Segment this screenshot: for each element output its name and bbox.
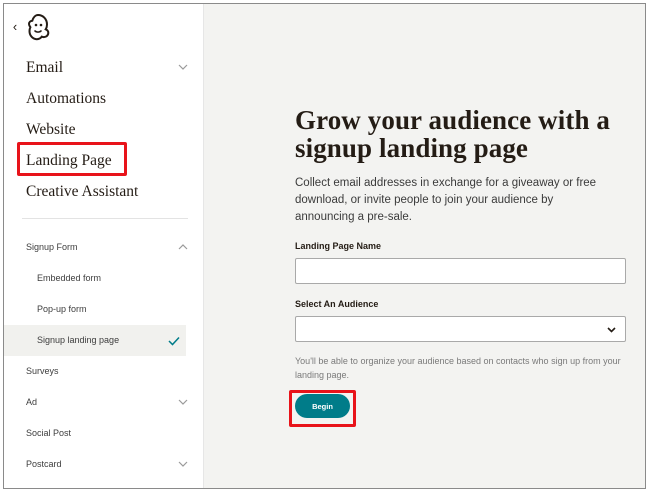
sub-item-social-post[interactable]: Social Post — [4, 418, 204, 449]
nav-item-label: Automations — [26, 90, 107, 107]
nav-item-label: Creative Assistant — [26, 183, 139, 200]
nav-item-creative-assistant[interactable]: Creative Assistant — [4, 176, 204, 207]
sub-item-surveys[interactable]: Surveys — [4, 356, 204, 387]
begin-button[interactable]: Begin — [295, 394, 350, 418]
page-description: Collect email addresses in exchange for … — [295, 177, 597, 223]
sub-item-embedded-form[interactable]: Embedded form — [4, 263, 204, 294]
sub-item-label: Ad — [26, 397, 38, 407]
nav-item-label: Landing Page — [26, 152, 112, 169]
sub-item-label: Surveys — [26, 366, 59, 376]
sub-item-postcard[interactable]: Postcard — [4, 449, 204, 480]
sub-item-popup-form[interactable]: Pop-up form — [4, 294, 204, 325]
primary-nav: Email Automations Website Landing Page C… — [4, 52, 204, 207]
nav-item-landing-page[interactable]: Landing Page — [4, 145, 204, 176]
sub-item-ad[interactable]: Ad — [4, 387, 204, 418]
chevron-down-icon[interactable] — [178, 459, 188, 469]
nav-item-website[interactable]: Website — [4, 114, 204, 145]
sub-item-label: Signup Form — [26, 242, 78, 252]
landing-page-name-input[interactable] — [295, 258, 626, 284]
audience-select[interactable] — [295, 316, 626, 342]
nav-item-automations[interactable]: Automations — [4, 83, 204, 114]
chevron-up-icon[interactable] — [178, 242, 188, 252]
back-icon[interactable]: ‹ — [10, 20, 20, 34]
sub-item-label: Embedded form — [37, 273, 102, 283]
sub-item-label: Signup landing page — [37, 335, 120, 345]
page-title: Grow your audience with a signup landing… — [295, 105, 611, 163]
main-panel: Grow your audience with a signup landing… — [204, 4, 645, 488]
chevron-down-icon[interactable] — [178, 397, 188, 407]
begin-area: Begin — [289, 390, 359, 434]
nav-item-label: Email — [26, 59, 64, 76]
sub-item-label: Social Post — [26, 428, 72, 438]
audience-help-text: You'll be able to organize your audience… — [295, 356, 621, 380]
landing-page-form: Grow your audience with a signup landing… — [289, 105, 635, 434]
sub-item-label: Pop-up form — [37, 304, 87, 314]
chevron-down-icon[interactable] — [607, 325, 616, 334]
nav-item-email[interactable]: Email — [4, 52, 204, 83]
checkmark-icon — [168, 336, 180, 346]
nav-item-label: Website — [26, 121, 76, 138]
mailchimp-logo[interactable] — [24, 12, 52, 42]
sub-item-signup-form[interactable]: Signup Form — [4, 232, 204, 263]
landing-page-name-label: Landing Page Name — [295, 241, 382, 251]
chevron-down-icon[interactable] — [178, 62, 188, 72]
app-frame: ‹ Email Automations Website Landing Page… — [3, 3, 646, 489]
sub-item-signup-landing-page[interactable]: Signup landing page — [4, 325, 186, 356]
audience-label: Select An Audience — [295, 299, 379, 309]
secondary-nav: Signup Form Embedded form Pop-up form Si… — [4, 232, 204, 480]
sidebar: ‹ Email Automations Website Landing Page… — [4, 4, 204, 488]
sub-item-label: Postcard — [26, 459, 62, 469]
sidebar-divider — [22, 218, 188, 219]
